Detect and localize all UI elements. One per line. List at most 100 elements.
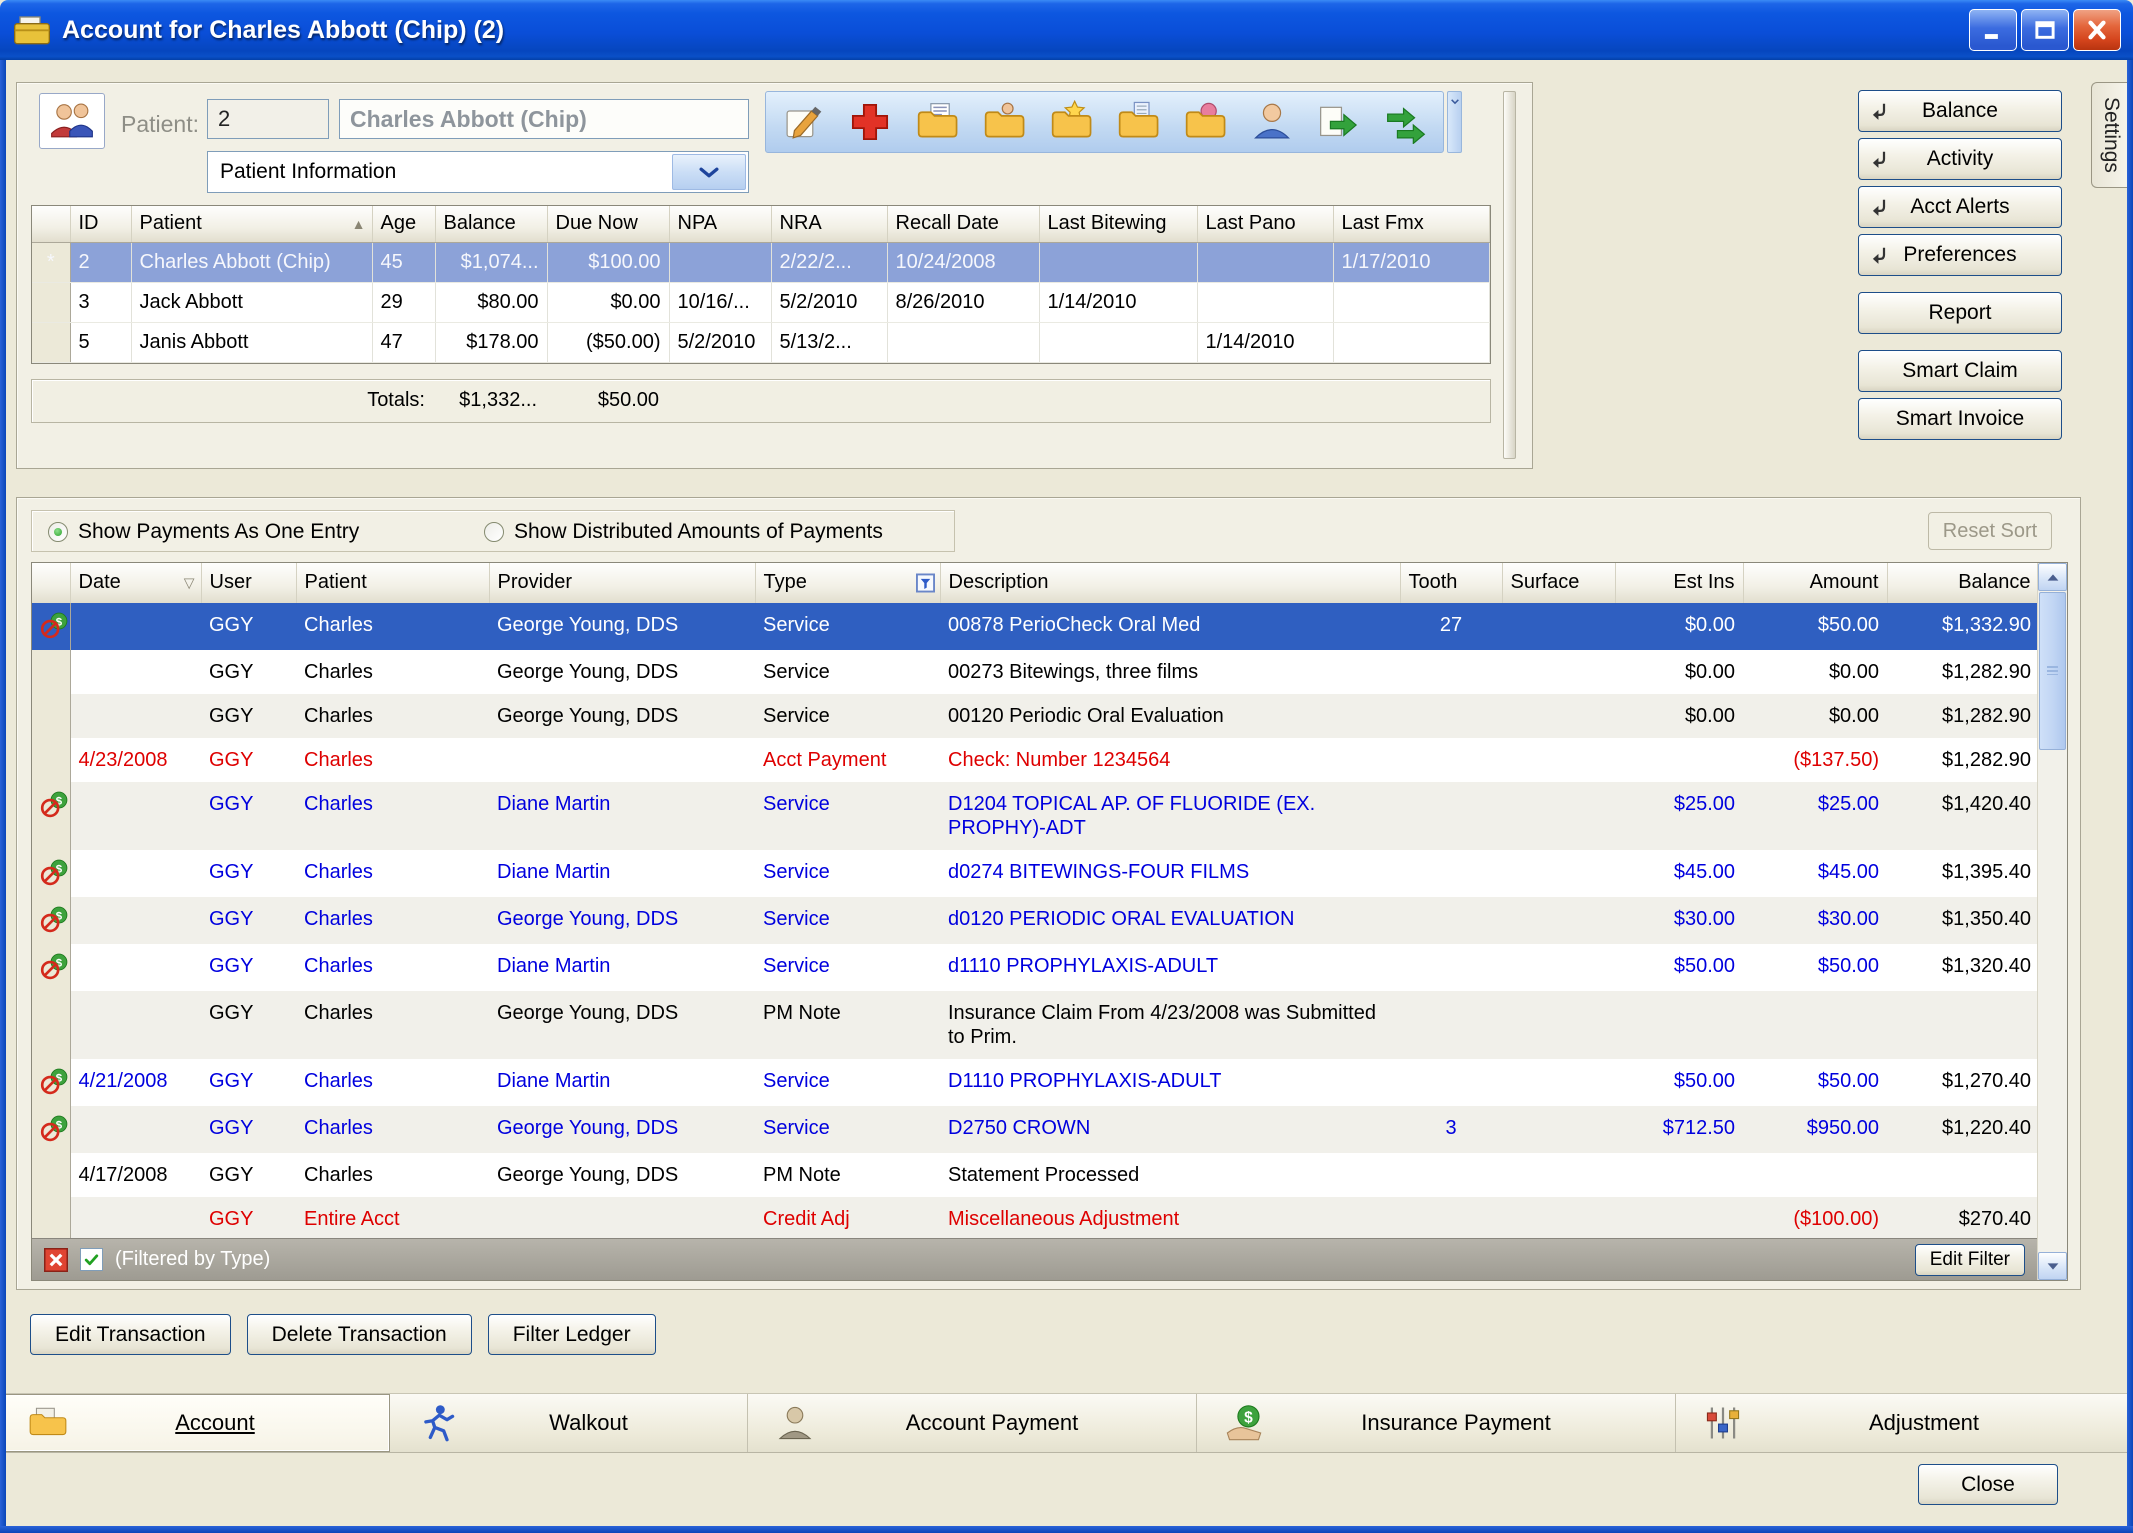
column-header-last-pano[interactable]: Last Pano	[1197, 206, 1333, 242]
maximize-button[interactable]	[2021, 9, 2069, 51]
column-header-description[interactable]: Description	[940, 563, 1400, 603]
column-header-age[interactable]: Age	[372, 206, 435, 242]
chevron-down-icon[interactable]	[672, 154, 746, 190]
close-button[interactable]: Close	[1918, 1464, 2058, 1505]
radio-one-entry[interactable]: Show Payments As One Entry	[48, 511, 359, 553]
claim-status-cell	[32, 650, 70, 694]
button-label: Smart Invoice	[1896, 407, 2024, 431]
ledger-row[interactable]: 4/17/2008GGYCharlesGeorge Young, DDSPM N…	[32, 1153, 2037, 1197]
cell-user: GGY	[201, 991, 296, 1059]
ledger-row[interactable]: $GGYCharlesGeorge Young, DDSService00878…	[32, 603, 2037, 650]
edit-filter-button[interactable]: Edit Filter	[1915, 1244, 2025, 1276]
ledger-row[interactable]: GGYCharlesGeorge Young, DDSService00120 …	[32, 694, 2037, 738]
scroll-thumb[interactable]	[2039, 592, 2066, 750]
ledger-row[interactable]: $GGYCharlesDiane MartinServiced1110 PROP…	[32, 944, 2037, 991]
column-header-user[interactable]: User	[201, 563, 296, 603]
column-header-id[interactable]: ID	[70, 206, 131, 242]
ledger-row[interactable]: $GGYCharlesGeorge Young, DDSServiced0120…	[32, 897, 2037, 944]
radio-distributed[interactable]: Show Distributed Amounts of Payments	[484, 511, 883, 553]
filter-ledger-button[interactable]: Filter Ledger	[488, 1314, 656, 1355]
ledger-row[interactable]: GGYCharlesGeorge Young, DDSPM NoteInsura…	[32, 991, 2037, 1059]
smart-claim-button[interactable]: Smart Claim	[1858, 350, 2062, 392]
column-header-type[interactable]: Type	[755, 563, 940, 603]
cell-recall-date: 10/24/2008	[887, 242, 1039, 282]
ledger-row[interactable]: $GGYCharlesGeorge Young, DDSServiceD2750…	[32, 1106, 2037, 1153]
column-header-due-now[interactable]: Due Now	[547, 206, 669, 242]
minimize-button[interactable]	[1969, 9, 2017, 51]
ledger-row[interactable]: $GGYCharlesDiane MartinServiced0274 BITE…	[32, 850, 2037, 897]
smart-invoice-button[interactable]: Smart Invoice	[1858, 398, 2062, 440]
clear-filter-icon[interactable]	[44, 1248, 68, 1272]
cell-tooth	[1400, 944, 1502, 991]
patient-info-icon[interactable]	[1241, 96, 1303, 148]
claim-status-cell: $	[32, 1106, 70, 1153]
cell-nra: 5/2/2010	[771, 282, 887, 322]
tab-account[interactable]: Account	[0, 1394, 390, 1452]
patient-id-field[interactable]: 2	[207, 99, 329, 139]
tab-walkout[interactable]: Walkout	[390, 1394, 748, 1452]
tab-insurance-payment[interactable]: $Insurance Payment	[1197, 1394, 1676, 1452]
tab-adjustment[interactable]: Adjustment	[1676, 1394, 2133, 1452]
patient-notes-icon[interactable]	[906, 96, 968, 148]
balance-button[interactable]: Balance	[1858, 90, 2062, 132]
cell-patient: Charles	[296, 782, 489, 850]
scroll-track[interactable]	[2038, 751, 2067, 1252]
column-header-provider[interactable]: Provider	[489, 563, 755, 603]
cell-est-ins: $50.00	[1615, 944, 1743, 991]
column-header-recall-date[interactable]: Recall Date	[887, 206, 1039, 242]
column-header-amount[interactable]: Amount	[1743, 563, 1887, 603]
ledger-row[interactable]: GGYEntire AcctCredit AdjMiscellaneous Ad…	[32, 1197, 2037, 1238]
tab-account-payment[interactable]: Account Payment	[748, 1394, 1197, 1452]
medical-alerts-icon[interactable]	[839, 96, 901, 148]
scroll-down-icon[interactable]	[2038, 1252, 2067, 1280]
claim-status-cell	[32, 991, 70, 1059]
cell-est-ins: $0.00	[1615, 603, 1743, 650]
edit-transaction-button[interactable]: Edit Transaction	[30, 1314, 231, 1355]
cell-last-bitewing	[1039, 242, 1197, 282]
column-header-est-ins[interactable]: Est Ins	[1615, 563, 1743, 603]
cell-user: GGY	[201, 1106, 296, 1153]
column-header-date[interactable]: Date▽	[70, 563, 201, 603]
acct-alerts-button[interactable]: Acct Alerts	[1858, 186, 2062, 228]
batch-process-icon[interactable]	[1375, 96, 1437, 148]
toolbar-overflow-icon[interactable]	[1447, 91, 1462, 153]
column-header-last-fmx[interactable]: Last Fmx	[1333, 206, 1490, 242]
column-header-surface[interactable]: Surface	[1502, 563, 1615, 603]
column-filter-icon[interactable]	[916, 573, 935, 592]
ledger-row[interactable]: $GGYCharlesDiane MartinServiceD1204 TOPI…	[32, 782, 2037, 850]
send-claim-icon[interactable]	[1308, 96, 1370, 148]
activity-button[interactable]: Activity	[1858, 138, 2062, 180]
reset-sort-button[interactable]: Reset Sort	[1928, 512, 2052, 550]
close-window-icon[interactable]	[2073, 9, 2121, 51]
column-header-nra[interactable]: NRA	[771, 206, 887, 242]
column-header-patient[interactable]: Patient▲	[131, 206, 372, 242]
tab-settings[interactable]: Settings	[2091, 82, 2127, 188]
patient-label: Patient:	[121, 111, 199, 138]
preferences-button[interactable]: Preferences	[1858, 234, 2062, 276]
filter-checkbox[interactable]	[80, 1248, 103, 1271]
family-grid-row[interactable]: 5Janis Abbott47$178.00($50.00)5/2/20105/…	[32, 322, 1490, 362]
family-grid-row[interactable]: 3Jack Abbott29$80.00$0.0010/16/...5/2/20…	[32, 282, 1490, 322]
cell-last-fmx	[1333, 282, 1490, 322]
column-header-patient[interactable]: Patient	[296, 563, 489, 603]
delete-transaction-button[interactable]: Delete Transaction	[247, 1314, 472, 1355]
column-header-last-bitewing[interactable]: Last Bitewing	[1039, 206, 1197, 242]
patient-alerts-icon[interactable]	[1040, 96, 1102, 148]
edit-note-icon[interactable]	[772, 96, 834, 148]
column-header-npa[interactable]: NPA	[669, 206, 771, 242]
patient-info-dropdown[interactable]: Patient Information	[207, 151, 749, 193]
ledger-row[interactable]: 4/23/2008GGYCharlesAcct PaymentCheck: Nu…	[32, 738, 2037, 782]
family-grid-row[interactable]: *2Charles Abbott (Chip)45$1,074...$100.0…	[32, 242, 1490, 282]
patient-file-icon[interactable]	[973, 96, 1035, 148]
column-header-balance[interactable]: Balance	[435, 206, 547, 242]
column-header-tooth[interactable]: Tooth	[1400, 563, 1502, 603]
documents-icon[interactable]	[1107, 96, 1169, 148]
ledger-row[interactable]: GGYCharlesGeorge Young, DDSService00273 …	[32, 650, 2037, 694]
patient-picture-icon[interactable]	[1174, 96, 1236, 148]
report-button[interactable]: Report	[1858, 292, 2062, 334]
ledger-row[interactable]: $4/21/2008GGYCharlesDiane MartinServiceD…	[32, 1059, 2037, 1106]
column-header-balance[interactable]: Balance	[1887, 563, 2037, 603]
totals-label: Totals:	[32, 380, 435, 420]
scroll-up-icon[interactable]	[2038, 563, 2067, 591]
ledger-scrollbar[interactable]	[2037, 563, 2067, 1280]
